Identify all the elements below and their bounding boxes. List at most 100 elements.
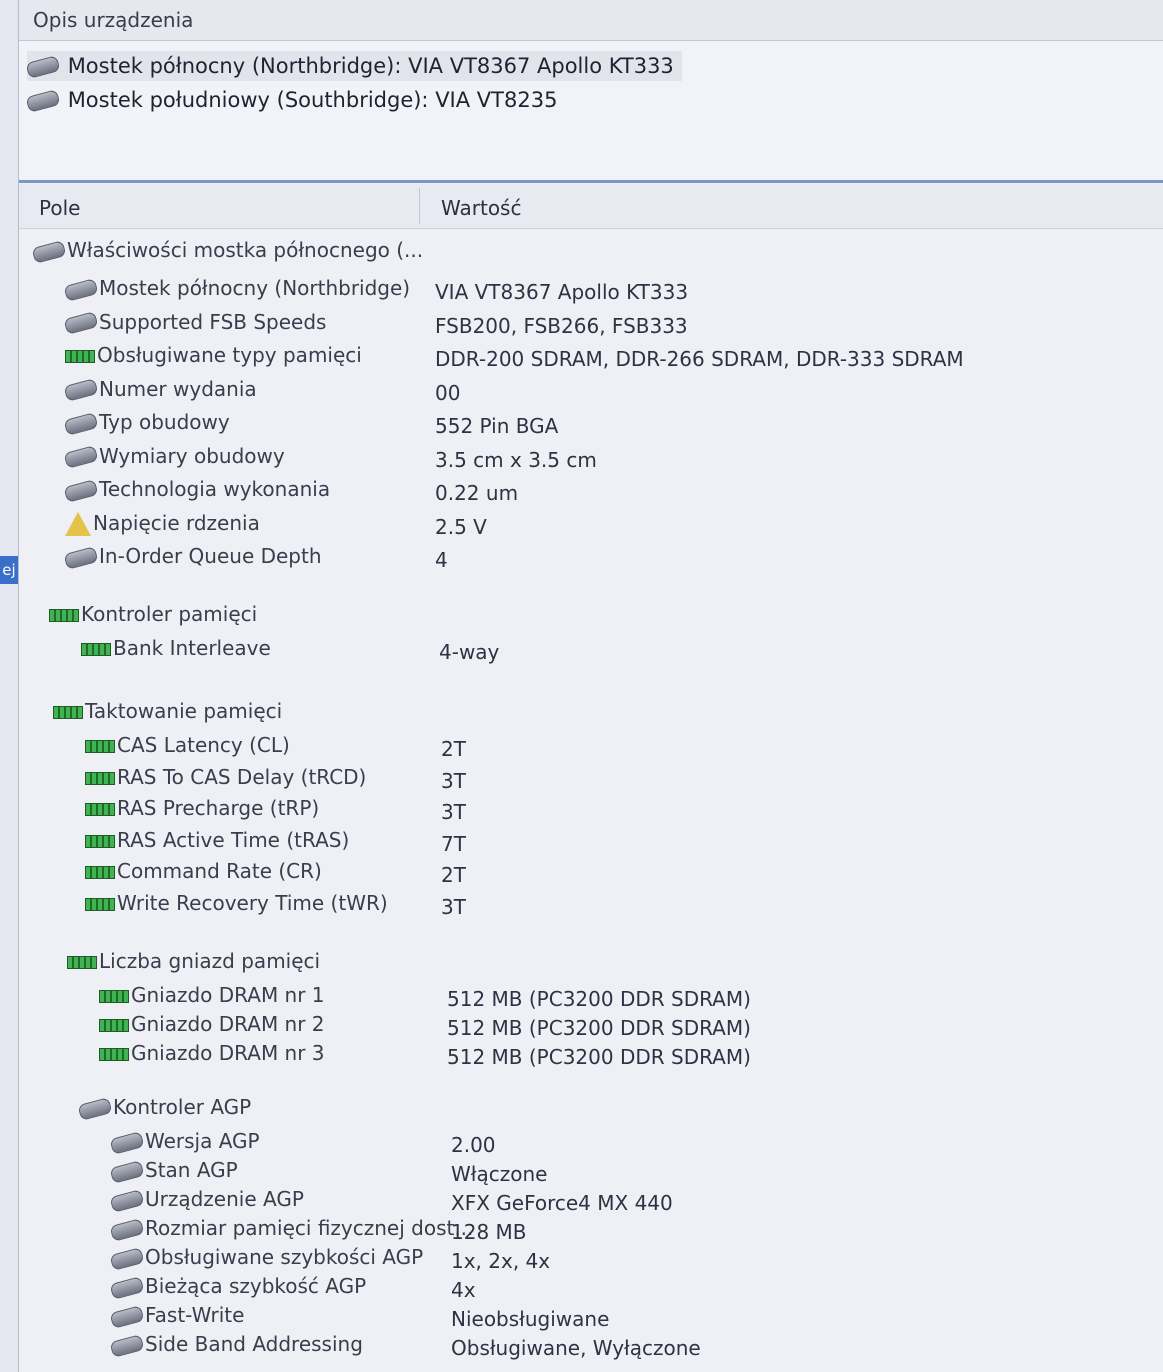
- property-value: 0.22 um: [435, 481, 519, 505]
- property-value: 512 MB (PC3200 DDR SDRAM): [447, 1045, 751, 1069]
- group-row[interactable]: Liczba gniazd pamięci: [67, 946, 320, 976]
- property-row[interactable]: Gniazdo DRAM nr 3: [99, 1038, 325, 1068]
- property-row[interactable]: Mostek północny (Northbridge): [63, 273, 411, 303]
- property-row[interactable]: Napięcie rdzenia: [65, 508, 260, 538]
- property-value: 00: [435, 380, 461, 405]
- warning-icon: [65, 512, 91, 536]
- property-name: Technologia wykonania: [99, 477, 331, 501]
- property-name: Stan AGP: [145, 1158, 238, 1182]
- property-row[interactable]: Wersja AGP: [109, 1126, 260, 1156]
- property-row[interactable]: Typ obudowy: [63, 407, 230, 437]
- chip-icon: [109, 1217, 145, 1242]
- property-value: 3T: [441, 768, 466, 793]
- group-label: Kontroler pamięci: [81, 602, 258, 626]
- property-name: Write Recovery Time (tWR): [117, 890, 388, 915]
- property-name: Mostek północny (Northbridge): [99, 276, 411, 300]
- memory-icon: [85, 866, 115, 879]
- property-row[interactable]: Gniazdo DRAM nr 1: [99, 980, 325, 1010]
- chip-icon: [109, 1304, 145, 1329]
- property-row[interactable]: Fast-Write: [109, 1300, 245, 1330]
- property-value: 512 MB (PC3200 DDR SDRAM): [447, 1016, 751, 1040]
- property-row[interactable]: CAS Latency (CL): [85, 730, 290, 760]
- property-name: RAS To CAS Delay (tRCD): [117, 764, 367, 789]
- property-row[interactable]: RAS To CAS Delay (tRCD): [85, 762, 366, 792]
- property-row[interactable]: Side Band Addressing: [109, 1329, 363, 1359]
- property-row[interactable]: Obsługiwane szybkości AGP: [109, 1242, 424, 1272]
- property-name: Napięcie rdzenia: [93, 510, 260, 535]
- device-item-label: Mostek północny (Northbridge): VIA VT836…: [67, 54, 674, 78]
- property-row[interactable]: Numer wydania: [63, 374, 257, 404]
- property-row[interactable]: Stan AGP: [109, 1155, 238, 1185]
- memory-icon: [85, 834, 115, 848]
- column-header: Pole Wartość: [19, 184, 1163, 229]
- property-row[interactable]: RAS Precharge (tRP): [85, 793, 319, 823]
- group-row[interactable]: Taktowanie pamięci: [53, 696, 282, 726]
- group-row[interactable]: Kontroler AGP: [77, 1092, 251, 1122]
- property-value: Włączone: [451, 1162, 548, 1186]
- property-row[interactable]: Bank Interleave: [81, 633, 271, 663]
- property-value: FSB200, FSB266, FSB333: [435, 313, 688, 338]
- chip-icon: [63, 378, 99, 402]
- column-header-field[interactable]: Pole: [39, 196, 80, 220]
- header-title: Opis urządzenia: [33, 8, 194, 32]
- property-value: DDR-200 SDRAM, DDR-266 SDRAM, DDR-333 SD…: [435, 347, 964, 371]
- property-row[interactable]: Write Recovery Time (tWR): [85, 888, 388, 918]
- chip-icon: [63, 277, 99, 302]
- property-name: Side Band Addressing: [145, 1332, 363, 1356]
- chip-icon: [31, 239, 67, 264]
- chip-icon: [109, 1159, 145, 1184]
- property-row[interactable]: Rozmiar pamięci fizycznej dost...: [109, 1213, 473, 1243]
- property-name: Obsługiwane typy pamięci: [97, 343, 362, 367]
- property-row[interactable]: Obsługiwane typy pamięci: [65, 340, 362, 370]
- property-value: 2T: [441, 863, 466, 887]
- chip-icon: [25, 55, 61, 79]
- property-name: CAS Latency (CL): [117, 733, 290, 757]
- property-row[interactable]: Command Rate (CR): [85, 856, 322, 886]
- column-separator[interactable]: [419, 188, 420, 224]
- chip-icon: [25, 89, 61, 113]
- property-name: Gniazdo DRAM nr 2: [131, 1012, 325, 1036]
- property-name: Bank Interleave: [113, 636, 271, 660]
- property-value: 3.5 cm x 3.5 cm: [435, 447, 597, 472]
- memory-icon: [81, 643, 111, 656]
- property-value: 2T: [441, 737, 466, 761]
- property-value: 2.00: [451, 1133, 496, 1157]
- memory-icon: [85, 897, 115, 911]
- chip-icon: [77, 1096, 113, 1121]
- property-name: Numer wydania: [99, 376, 257, 401]
- device-description-list: Mostek północny (Northbridge): VIA VT836…: [19, 41, 1163, 179]
- memory-icon: [53, 706, 83, 719]
- group-row[interactable]: Właściwości mostka północnego (...: [31, 235, 423, 265]
- property-row[interactable]: Technologia wykonania: [63, 474, 331, 504]
- property-row[interactable]: RAS Active Time (tRAS): [85, 825, 349, 855]
- group-row[interactable]: Kontroler pamięci: [49, 599, 257, 629]
- property-value: 1x, 2x, 4x: [451, 1249, 551, 1273]
- device-item-southbridge[interactable]: Mostek południowy (Southbridge): VIA VT8…: [25, 85, 557, 115]
- left-panel-tab[interactable]: ej: [0, 556, 18, 584]
- property-name: In-Order Queue Depth: [99, 544, 322, 568]
- property-row[interactable]: In-Order Queue Depth: [63, 541, 322, 571]
- property-name: Fast-Write: [145, 1303, 245, 1327]
- property-row[interactable]: Supported FSB Speeds: [63, 307, 327, 337]
- chip-icon: [63, 445, 99, 469]
- memory-icon: [67, 956, 97, 969]
- chip-icon: [63, 311, 99, 335]
- property-row[interactable]: Gniazdo DRAM nr 2: [99, 1009, 325, 1039]
- memory-icon: [99, 1019, 129, 1032]
- property-name: Obsługiwane szybkości AGP: [145, 1245, 424, 1269]
- pane-splitter[interactable]: [19, 180, 1163, 183]
- property-name: Supported FSB Speeds: [99, 309, 327, 334]
- property-value: Obsługiwane, Wyłączone: [451, 1336, 701, 1360]
- property-row[interactable]: Bieżąca szybkość AGP: [109, 1271, 366, 1301]
- property-name: Gniazdo DRAM nr 1: [131, 983, 325, 1007]
- property-value: 3T: [441, 894, 466, 919]
- property-name: RAS Active Time (tRAS): [117, 827, 350, 852]
- column-header-value[interactable]: Wartość: [441, 196, 521, 220]
- property-row[interactable]: Urządzenie AGP: [109, 1184, 304, 1214]
- device-item-northbridge[interactable]: Mostek północny (Northbridge): VIA VT836…: [25, 51, 682, 81]
- group-label: Liczba gniazd pamięci: [99, 949, 321, 973]
- properties-list: Właściwości mostka północnego (... Mostek…: [19, 229, 1163, 1372]
- property-value: 512 MB (PC3200 DDR SDRAM): [447, 987, 751, 1011]
- property-row[interactable]: Wymiary obudowy: [63, 441, 285, 471]
- property-value: 4-way: [439, 640, 500, 664]
